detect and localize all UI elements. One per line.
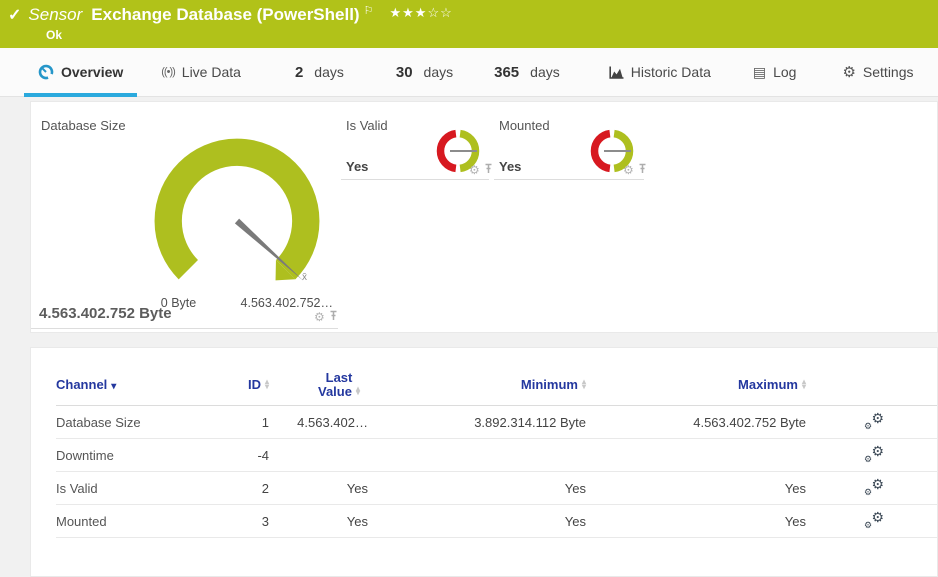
gauge-title-database-size: Database Size: [41, 118, 126, 133]
sort-icon: ▴▾: [265, 380, 269, 389]
avg-marker: x̄: [302, 272, 307, 283]
is-valid-value: Yes: [346, 159, 368, 174]
tab-settings[interactable]: ⚙ Settings: [842, 48, 913, 97]
channel-id: 2: [216, 481, 276, 496]
sort-active-icon: ▾: [111, 381, 116, 392]
tab-label: Historic Data: [631, 64, 711, 80]
column-header-minimum[interactable]: Minimum▴▾: [371, 377, 586, 392]
sort-icon: ▴▾: [356, 387, 360, 396]
channel-name[interactable]: Is Valid: [56, 481, 216, 496]
sensor-header: ✓ Sensor Exchange Database (PowerShell) …: [0, 0, 938, 48]
channel-maximum: Yes: [586, 481, 806, 496]
tab-30-days[interactable]: 30 days: [396, 48, 453, 97]
channel-id: -4: [216, 448, 276, 463]
sensor-title: Exchange Database (PowerShell): [91, 5, 359, 25]
tab-number: 30: [396, 64, 413, 81]
column-header-maximum[interactable]: Maximum▴▾: [586, 377, 806, 392]
flag-icon[interactable]: ⚐: [364, 4, 374, 17]
table-row: Mounted 3 Yes Yes Yes ⚙⚙: [56, 505, 937, 538]
tab-bar: Overview ((•)) Live Data 2 days 30 days 36…: [0, 48, 938, 97]
table-row: Is Valid 2 Yes Yes Yes ⚙⚙: [56, 472, 937, 505]
channel-settings-icon[interactable]: ⚙⚙: [864, 511, 884, 529]
tab-label: days: [530, 64, 560, 80]
tile-divider: [494, 179, 644, 180]
channel-last-value: Yes: [276, 481, 371, 496]
channel-maximum: 4.563.402.752 Byte: [586, 415, 806, 430]
sensor-status-text: Ok: [46, 28, 62, 42]
table-row: Downtime -4 ⚙⚙: [56, 439, 937, 472]
gauge-title-mounted: Mounted: [499, 118, 550, 133]
gauge-icon: [38, 64, 54, 80]
tab-number: 2: [295, 64, 303, 81]
channel-settings-icon[interactable]: ⚙⚙: [864, 478, 884, 496]
column-header-id[interactable]: ID▴▾: [216, 377, 276, 392]
tab-2-days[interactable]: 2 days: [295, 48, 344, 97]
gear-icon[interactable]: ⚙: [623, 164, 634, 176]
tile-divider: [31, 328, 338, 329]
tab-label: Log: [773, 64, 796, 80]
channel-id: 1: [216, 415, 276, 430]
column-header-last-value[interactable]: Last Value▴▾: [276, 371, 371, 399]
tab-overview[interactable]: Overview: [24, 48, 137, 97]
tab-label: Live Data: [182, 64, 241, 80]
tab-historic-data[interactable]: Historic Data: [609, 48, 711, 97]
channel-maximum: Yes: [586, 514, 806, 529]
tile-divider: [341, 179, 489, 180]
stars-empty: ☆☆: [427, 5, 452, 20]
column-header-channel[interactable]: Channel▾: [56, 377, 216, 392]
tab-number: 365: [494, 64, 519, 81]
gear-icon[interactable]: ⚙: [314, 311, 325, 323]
tab-label: Overview: [61, 64, 123, 80]
sort-icon: ▴▾: [582, 380, 586, 389]
historic-chart-icon: [609, 66, 624, 79]
gauge-title-is-valid: Is Valid: [346, 118, 388, 133]
pin-icon[interactable]: [328, 308, 339, 326]
channel-minimum: 3.892.314.112 Byte: [371, 415, 586, 430]
tab-log[interactable]: ▤ Log: [753, 48, 797, 97]
tab-365-days[interactable]: 365 days: [494, 48, 560, 97]
tab-label: Settings: [863, 64, 914, 80]
table-header-row: Channel▾ ID▴▾ Last Value▴▾ Minimum▴▾ Max…: [56, 348, 937, 406]
sensor-kicker: Sensor: [28, 5, 82, 25]
channel-id: 3: [216, 514, 276, 529]
tab-label: days: [314, 64, 344, 80]
channel-name[interactable]: Database Size: [56, 415, 216, 430]
sort-icon: ▴▾: [802, 380, 806, 389]
channel-minimum: Yes: [371, 481, 586, 496]
channel-table: Channel▾ ID▴▾ Last Value▴▾ Minimum▴▾ Max…: [31, 348, 937, 538]
tab-live-data[interactable]: ((•)) Live Data: [161, 48, 241, 97]
mounted-value: Yes: [499, 159, 521, 174]
channel-settings-icon[interactable]: ⚙⚙: [864, 445, 884, 463]
live-data-icon: ((•)): [161, 66, 175, 78]
channel-name[interactable]: Downtime: [56, 448, 216, 463]
gauge-max-label: 4.563.402.752…: [191, 296, 333, 310]
database-size-value: 4.563.402.752 Byte: [39, 305, 172, 322]
channels-panel: Channel▾ ID▴▾ Last Value▴▾ Minimum▴▾ Max…: [30, 347, 938, 577]
stars-filled: ★★★: [389, 5, 427, 20]
channel-name[interactable]: Mounted: [56, 514, 216, 529]
channel-last-value: Yes: [276, 514, 371, 529]
settings-gear-icon: ⚙: [842, 63, 855, 81]
log-icon: ▤: [753, 64, 766, 81]
pin-icon[interactable]: [483, 161, 494, 179]
status-check-icon: ✓: [8, 5, 21, 25]
priority-star-rating[interactable]: ★★★☆☆: [389, 5, 452, 21]
pin-icon[interactable]: [637, 161, 648, 179]
channel-settings-icon[interactable]: ⚙⚙: [864, 412, 884, 430]
database-size-gauge: [151, 135, 323, 307]
table-row: Database Size 1 4.563.402… 3.892.314.112…: [56, 406, 937, 439]
gear-icon[interactable]: ⚙: [469, 164, 480, 176]
channel-last-value: 4.563.402…: [276, 415, 371, 430]
tab-label: days: [424, 64, 454, 80]
channel-minimum: Yes: [371, 514, 586, 529]
gauges-panel: Database Size x̄ 0 Byte 4.563.402.752… 4…: [30, 101, 938, 333]
